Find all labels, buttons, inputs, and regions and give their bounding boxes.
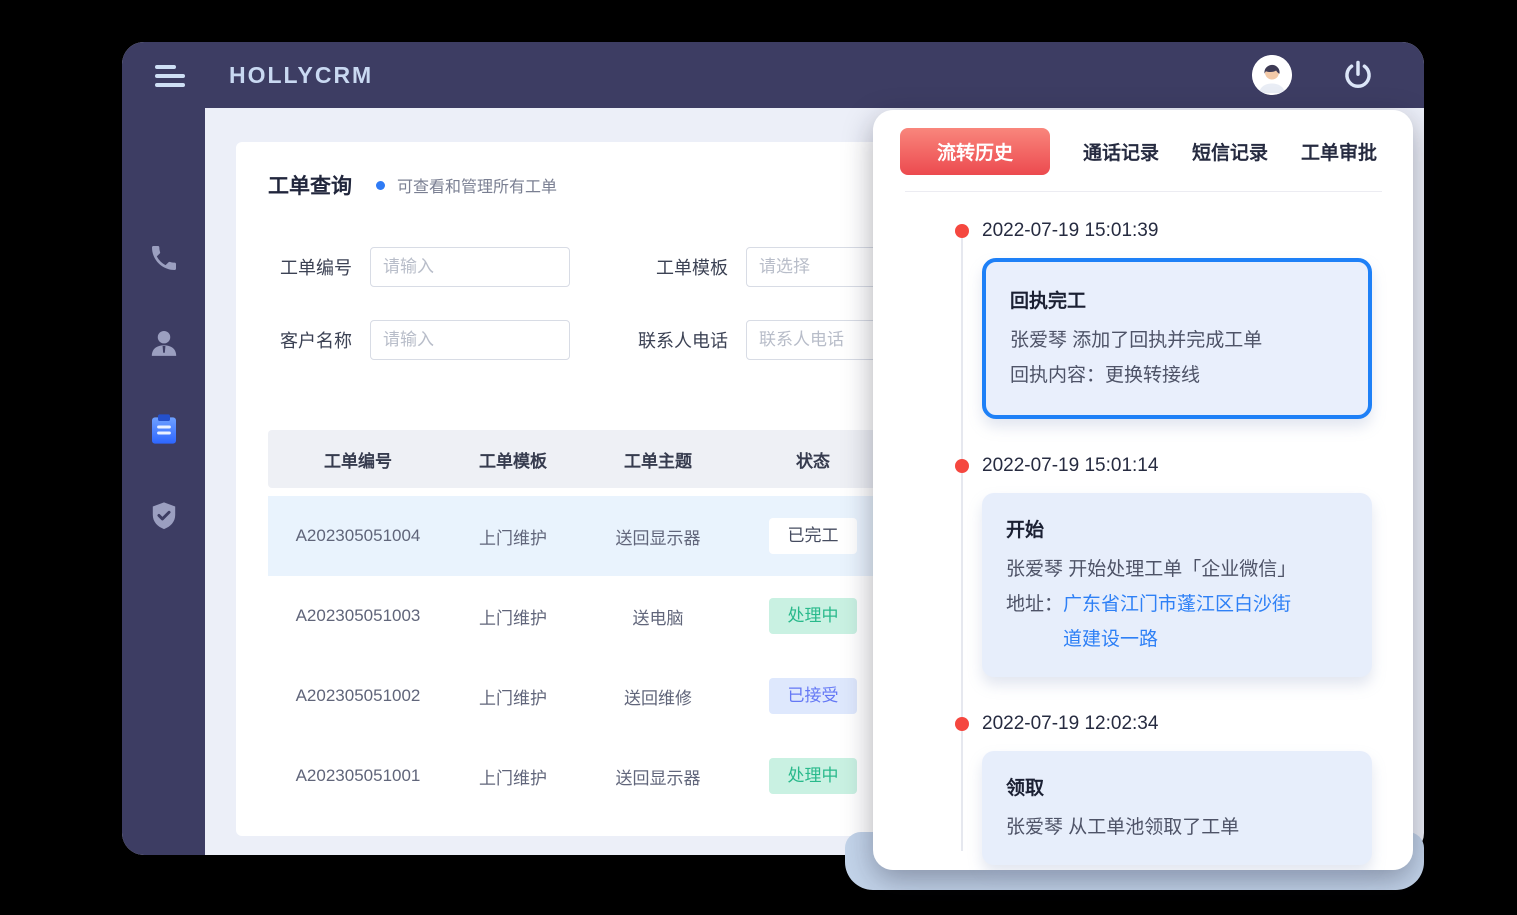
column-header-order-id: 工单编号 <box>268 447 448 472</box>
detail-panel: 流转历史 通话记录 短信记录 工单审批 2022-07-19 15:01:39 … <box>873 110 1413 870</box>
timeline-time: 2022-07-19 12:02:34 <box>982 710 1413 738</box>
column-header-status: 状态 <box>738 447 888 472</box>
filter-label-template: 工单模板 <box>616 254 728 280</box>
card-title: 开始 <box>1006 513 1348 548</box>
address-label: 地址： <box>1006 587 1063 657</box>
subject-cell: 送回显示器 <box>578 524 738 549</box>
tabs-divider <box>905 191 1382 192</box>
status-badge: 处理中 <box>769 758 857 794</box>
clipboard-icon <box>146 412 182 448</box>
customer-name-input[interactable] <box>370 320 570 360</box>
timeline-dot-icon <box>955 717 969 731</box>
transfer-history-timeline: 2022-07-19 15:01:39 回执完工 张爱琴 添加了回执并完成工单 … <box>900 217 1413 865</box>
menu-icon[interactable] <box>155 63 187 87</box>
subject-cell: 送回维修 <box>578 684 738 709</box>
column-header-template: 工单模板 <box>448 447 578 472</box>
page-title: 工单查询 <box>268 170 352 200</box>
template-cell: 上门维护 <box>448 764 578 789</box>
timeline-dot-icon <box>955 224 969 238</box>
timeline-entry: 2022-07-19 15:01:39 回执完工 张爱琴 添加了回执并完成工单 … <box>900 217 1413 419</box>
filter-label-customer: 客户名称 <box>268 327 352 353</box>
order-id-input[interactable] <box>370 247 570 287</box>
template-cell: 上门维护 <box>448 684 578 709</box>
sidebar-item-customers[interactable] <box>146 326 182 362</box>
timeline-time: 2022-07-19 15:01:39 <box>982 217 1413 245</box>
tab-call-records[interactable]: 通话记录 <box>1083 138 1159 165</box>
address-link[interactable]: 广东省江门市蓬江区白沙街道建设一路 <box>1063 587 1305 657</box>
power-icon[interactable] <box>1342 59 1374 91</box>
subject-cell: 送电脑 <box>578 604 738 629</box>
card-line: 张爱琴 开始处理工单「企业微信」 <box>1006 552 1348 587</box>
phone-icon <box>148 242 180 274</box>
order-id-cell: A202305051001 <box>268 766 448 786</box>
timeline-dot-icon <box>955 459 969 473</box>
order-id-cell: A202305051002 <box>268 686 448 706</box>
timeline-card-completed[interactable]: 回执完工 张爱琴 添加了回执并完成工单 回执内容：更换转接线 <box>982 258 1372 419</box>
status-badge: 已完工 <box>769 518 857 554</box>
card-line: 回执内容：更换转接线 <box>1010 358 1344 393</box>
subject-cell: 送回显示器 <box>578 764 738 789</box>
timeline-entry: 2022-07-19 12:02:34 领取 张爱琴 从工单池领取了工单 <box>900 710 1413 865</box>
timeline-card-start[interactable]: 开始 张爱琴 开始处理工单「企业微信」 地址： 广东省江门市蓬江区白沙街道建设一… <box>982 493 1372 677</box>
card-title: 回执完工 <box>1010 284 1344 319</box>
status-badge: 已接受 <box>769 678 857 714</box>
header-actions <box>1252 55 1374 95</box>
order-id-cell: A202305051003 <box>268 606 448 626</box>
sidebar-item-calls[interactable] <box>146 240 182 276</box>
tab-sms-records[interactable]: 短信记录 <box>1192 138 1268 165</box>
page-subtitle: 可查看和管理所有工单 <box>397 173 557 197</box>
subtitle-dot-icon <box>376 181 385 190</box>
brand-title: HOLLYCRM <box>229 62 373 89</box>
tab-workorder-approval[interactable]: 工单审批 <box>1301 138 1377 165</box>
shield-check-icon <box>148 500 180 532</box>
template-cell: 上门维护 <box>448 604 578 629</box>
template-cell: 上门维护 <box>448 524 578 549</box>
card-line: 张爱琴 添加了回执并完成工单 <box>1010 323 1344 358</box>
app-header: HOLLYCRM <box>122 42 1424 108</box>
panel-tabs: 流转历史 通话记录 短信记录 工单审批 <box>900 128 1413 175</box>
timeline-entry: 2022-07-19 15:01:14 开始 张爱琴 开始处理工单「企业微信」 … <box>900 452 1413 677</box>
timeline-time: 2022-07-19 15:01:14 <box>982 452 1413 480</box>
sidebar-item-workorders[interactable] <box>146 412 182 448</box>
filter-label-order-id: 工单编号 <box>268 254 352 280</box>
sidebar-item-security[interactable] <box>146 498 182 534</box>
status-badge: 处理中 <box>769 598 857 634</box>
card-title: 领取 <box>1006 771 1348 806</box>
timeline-card-claimed[interactable]: 领取 张爱琴 从工单池领取了工单 <box>982 751 1372 865</box>
order-id-cell: A202305051004 <box>268 526 448 546</box>
filter-label-phone: 联系人电话 <box>616 327 728 353</box>
avatar[interactable] <box>1252 55 1292 95</box>
column-header-subject: 工单主题 <box>578 447 738 472</box>
card-line: 张爱琴 从工单池领取了工单 <box>1006 810 1348 845</box>
user-icon <box>147 327 181 361</box>
tab-transfer-history[interactable]: 流转历史 <box>900 128 1050 175</box>
sidebar <box>122 108 205 855</box>
